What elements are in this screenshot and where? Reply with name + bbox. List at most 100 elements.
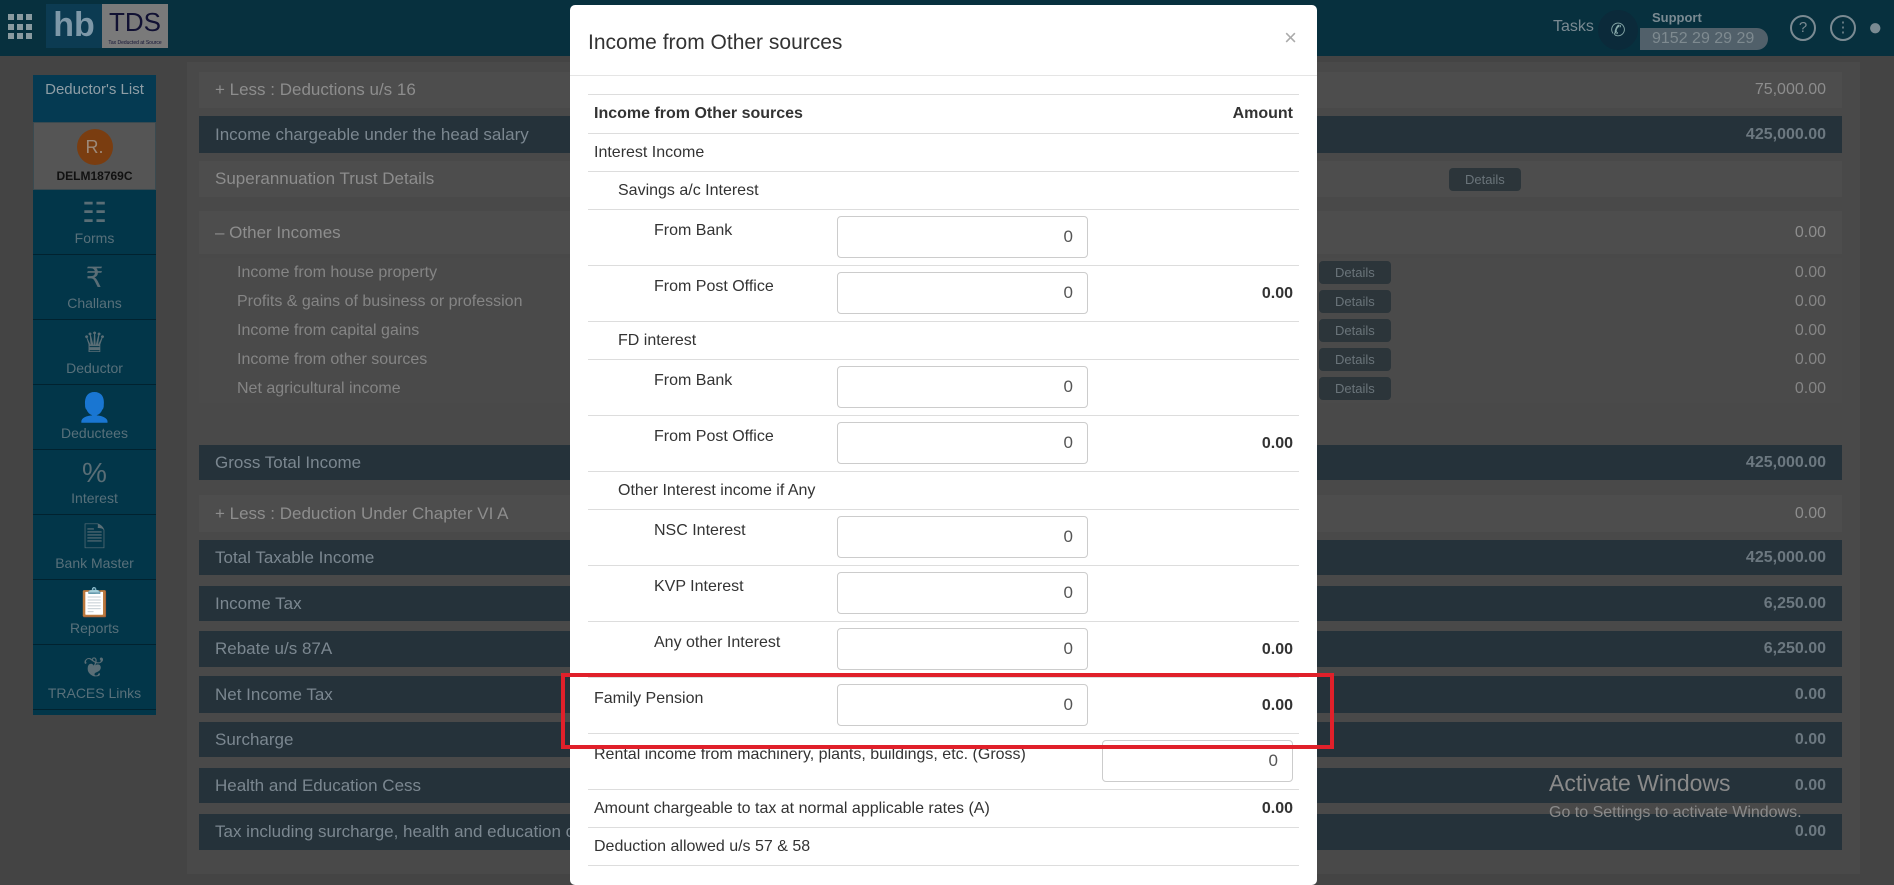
phone-icon[interactable]: ✆: [1598, 10, 1638, 50]
income-row: Amount chargeable to tax at normal appli…: [588, 790, 1299, 828]
row-label: + Less : Deductions u/s 16: [215, 80, 416, 99]
row-label: Profits & gains of business or professio…: [237, 292, 523, 310]
row-amount: 0.00: [1261, 697, 1293, 714]
row-value: 0.00: [1794, 321, 1826, 339]
sidebar-item-label: Interest: [71, 490, 118, 506]
sidebar-item-reports[interactable]: 📋 Reports: [33, 580, 156, 645]
row-value: 425,000.00: [1745, 548, 1826, 566]
support-label: Support: [1652, 10, 1702, 25]
row-value: 0.00: [1794, 730, 1826, 748]
income-row: NSC Interest: [588, 510, 1299, 566]
from-bankinput[interactable]: [837, 366, 1088, 408]
row-label: From Post Office: [654, 278, 774, 295]
income-row: Savings a/c Interest: [588, 172, 1299, 210]
sidebar-item-deductees[interactable]: 👤 Deductees: [33, 385, 156, 450]
apps-grid-icon[interactable]: [8, 14, 34, 40]
details-button[interactable]: Details: [1319, 290, 1391, 313]
details-button[interactable]: Details: [1319, 319, 1391, 342]
sidebar-item-bank-master[interactable]: 🗎 Bank Master: [33, 515, 156, 580]
details-button[interactable]: Details: [1449, 167, 1521, 191]
any-other-interestinput[interactable]: [837, 628, 1088, 670]
logo-hb: hb: [46, 4, 102, 48]
details-button[interactable]: Details: [1319, 377, 1391, 400]
row-label: Income from capital gains: [237, 321, 420, 339]
row-label: Savings a/c Interest: [618, 182, 759, 199]
row-value: 0.00: [1794, 292, 1826, 310]
income-row: Any other Interest 0.00: [588, 622, 1299, 678]
deductor-code: DELM18769C: [56, 169, 133, 183]
sidebar-item-label: Challans: [67, 295, 122, 311]
row-label: Any other Interest: [654, 634, 781, 651]
sidebar-item-label: Deductees: [61, 425, 128, 441]
sidebar-item-challans[interactable]: ₹ Challans: [33, 255, 156, 320]
row-label: Income Tax: [215, 593, 302, 613]
row-label: Rebate u/s 87A: [215, 639, 333, 658]
more-options-icon[interactable]: ⋮: [1830, 15, 1856, 41]
help-icon[interactable]: ?: [1790, 15, 1816, 41]
from-bankinput[interactable]: [837, 216, 1088, 258]
row-label: Health and Education Cess: [215, 775, 422, 795]
sidebar-item-traces-links[interactable]: ❦ TRACES Links: [33, 645, 156, 710]
sidebar-item-deductor[interactable]: ♛ Deductor: [33, 320, 156, 385]
income-row: From Bank: [588, 210, 1299, 266]
row-label: Net agricultural income: [237, 379, 401, 397]
details-button[interactable]: Details: [1319, 348, 1391, 371]
activate-windows-hint: Go to Settings to activate Windows.: [1549, 804, 1802, 821]
traces-icon: ❦: [82, 652, 107, 683]
sidebar-item-interest[interactable]: % Interest: [33, 450, 156, 515]
row-amount: 0.00: [1261, 641, 1293, 658]
income-row: Interest Income: [588, 134, 1299, 172]
row-label: From Bank: [654, 222, 733, 239]
deductor-profile[interactable]: R. DELM18769C: [33, 122, 156, 190]
row-label: + Less : Deduction Under Chapter VI A: [215, 503, 509, 523]
avatar: R.: [76, 129, 113, 165]
row-label: KVP Interest: [654, 578, 744, 595]
sidebar-item-forms[interactable]: ☷ Forms: [33, 190, 156, 255]
money-bag-icon: %: [82, 457, 107, 488]
nsc-interestinput[interactable]: [837, 516, 1088, 558]
row-amount: 0.00: [1261, 285, 1293, 302]
income-row: KVP Interest: [588, 566, 1299, 622]
row-label: Gross Total Income: [215, 452, 362, 472]
sidebar-item-label: Bank Master: [55, 555, 134, 571]
row-value: 6,250.00: [1763, 640, 1826, 657]
family-pensioninput[interactable]: [837, 684, 1088, 726]
row-label: – Other Incomes: [215, 222, 341, 242]
kvp-interestinput[interactable]: [837, 572, 1088, 614]
from-post-officeinput[interactable]: [837, 422, 1088, 464]
divider: [570, 75, 1317, 76]
user-icon[interactable]: ●: [1868, 14, 1890, 42]
close-icon[interactable]: ×: [1284, 25, 1297, 51]
row-amount: 0.00: [1261, 435, 1293, 452]
row-label: NSC Interest: [654, 522, 746, 539]
logo-tds: TDS Tax Deducted at Source: [102, 4, 168, 48]
tasks-link[interactable]: Tasks: [1553, 18, 1594, 36]
activate-windows-watermark: Activate Windows: [1549, 770, 1731, 796]
income-row: Deduction allowed u/s 57 & 58: [588, 828, 1299, 866]
from-post-officeinput[interactable]: [837, 272, 1088, 314]
income-row: FD interest: [588, 322, 1299, 360]
deductors-list-link[interactable]: Deductor's List: [33, 75, 156, 122]
row-label: Income from house property: [237, 263, 438, 281]
row-value: 0.00: [1794, 223, 1826, 241]
rental-income-from-machinery-plants-buildings-etc-gross-input[interactable]: [1102, 740, 1293, 782]
support-phone[interactable]: 9152 29 29 29: [1640, 28, 1768, 50]
row-value: 0.00: [1794, 504, 1826, 522]
row-value: 0.00: [1794, 823, 1826, 840]
row-label: Amount chargeable to tax at normal appli…: [594, 800, 990, 817]
row-label: Rental income from machinery, plants, bu…: [594, 746, 1026, 763]
row-label: From Bank: [654, 372, 733, 389]
row-value: 0.00: [1794, 350, 1826, 368]
income-row: From Bank: [588, 360, 1299, 416]
hb-tds-logo[interactable]: hb TDS Tax Deducted at Source: [46, 4, 168, 48]
row-value: 0.00: [1794, 379, 1826, 397]
sidebar: Deductor's List R. DELM18769C ☷ Forms ₹ Cha…: [33, 75, 156, 715]
bank-document-icon: 🗎: [83, 522, 106, 553]
income-other-sources-modal: Income from Other sources × Income from …: [570, 5, 1317, 885]
row-value: 0.00: [1794, 776, 1826, 794]
row-label: From Post Office: [654, 428, 774, 445]
row-label: Tax including surcharge, health and educ…: [215, 822, 601, 841]
details-button[interactable]: Details: [1319, 261, 1391, 284]
header-label: Income from Other sources: [594, 105, 803, 122]
sidebar-item-label: Forms: [74, 230, 115, 246]
